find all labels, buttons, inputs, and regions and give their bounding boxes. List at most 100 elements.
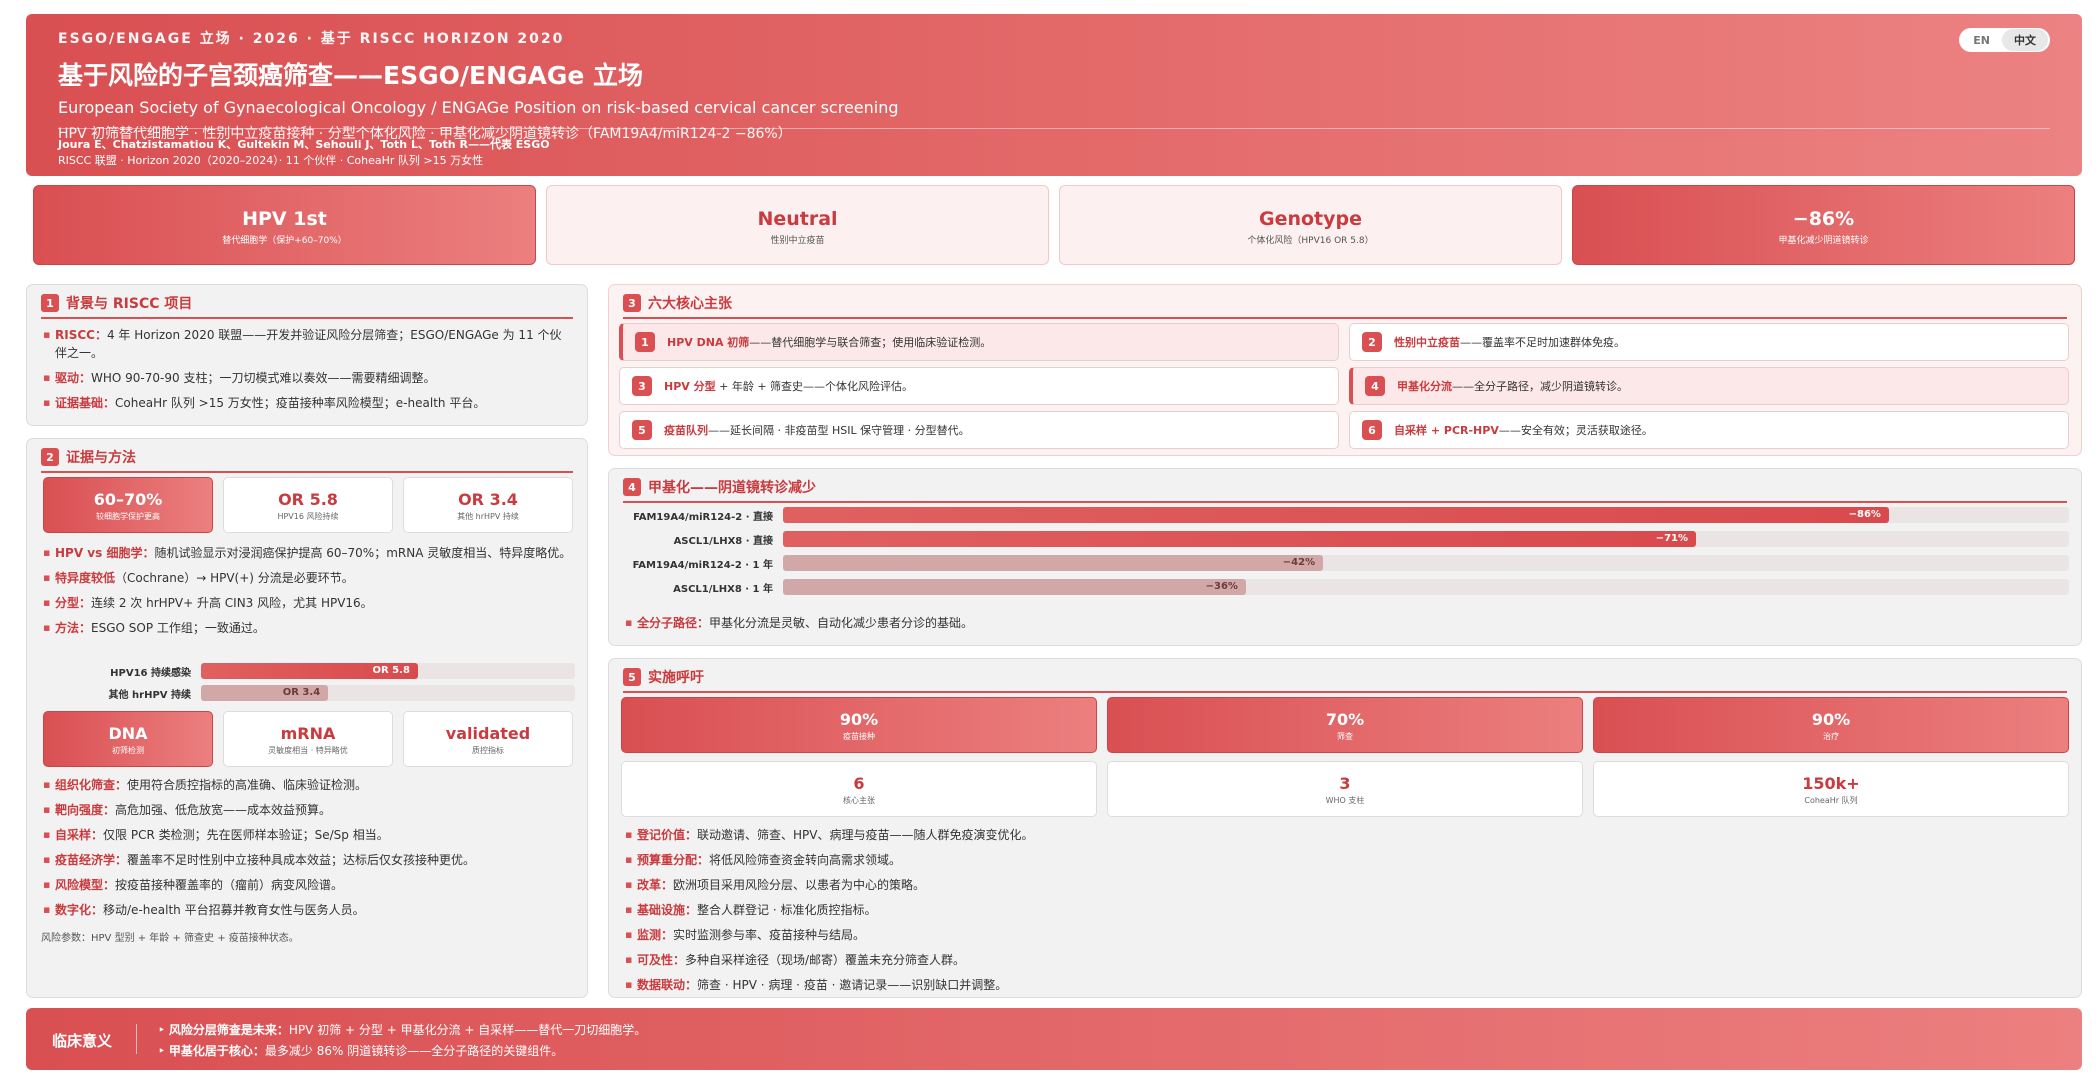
bullet-item: 数据联动：筛查 · HPV · 病理 · 疫苗 · 邀请记录——识别缺口并调整。 <box>623 976 2069 994</box>
bullet-text: 整合人群登记 · 标准化质控指标。 <box>697 903 877 917</box>
section-number: 3 <box>623 294 641 312</box>
section-background: 1 背景与 RISCC 项目 RISCC：4 年 Horizon 2020 联盟… <box>26 284 588 426</box>
section-header: 4 甲基化——阴道镜转诊减少 <box>623 477 2067 503</box>
bullet-item: 预算重分配：将低风险筛查资金转向高需求领域。 <box>623 851 2069 869</box>
stat-label: 甲基化减少阴道镜转诊 <box>1778 236 1869 246</box>
header-divider <box>58 128 2050 129</box>
bar-track: −42% <box>783 555 2069 571</box>
bullet-item: 数字化：移动/e-health 平台招募并教育女性与医务人员。 <box>41 901 575 919</box>
stat-value: Genotype <box>1258 208 1362 230</box>
footer-title: 临床意义 <box>52 1032 113 1050</box>
or-bar-row: HPV16 持续感染 OR 5.8 <box>41 663 575 679</box>
stat-label: 个体化风险（HPV16 OR 5.8） <box>1247 236 1374 246</box>
item-key: HPV DNA 初筛 <box>667 336 750 349</box>
item-key: 甲基化分流 <box>1397 380 1452 393</box>
card-label: CoheaHr 队列 <box>1804 796 1858 805</box>
method-card: mRNA 灵敏度相当 · 特异略优 <box>223 711 393 767</box>
evidence-card: OR 3.4 其他 hrHPV 持续 <box>403 477 573 533</box>
methylation-bar-row: FAM19A4/miR124-2 · 直接 −86% <box>623 507 2069 523</box>
language-toggle[interactable]: EN 中文 <box>1959 28 2050 52</box>
bullet-key: 数据联动： <box>637 978 698 992</box>
card-label: 灵敏度相当 · 特异略优 <box>268 746 348 755</box>
card-label: 其他 hrHPV 持续 <box>457 512 519 521</box>
section-title: 六大核心主张 <box>648 296 732 312</box>
stat-value: −86% <box>1792 208 1855 230</box>
bullet-item: 监测：实时监测参与率、疫苗接种与结局。 <box>623 926 2069 944</box>
stat-card-genotype: Genotype 个体化风险（HPV16 OR 5.8） <box>1059 185 1562 265</box>
page-title: 基于风险的子宫颈癌筛查——ESGO/ENGAGe 立场 <box>58 61 644 90</box>
methylation-bar-fill: −86% <box>783 507 1889 523</box>
section-methylation: 4 甲基化——阴道镜转诊减少 FAM19A4/miR124-2 · 直接 −86… <box>608 468 2082 646</box>
methylation-bar-chart: FAM19A4/miR124-2 · 直接 −86% ASCL1/LHX8 · … <box>623 507 2069 603</box>
bar-label: FAM19A4/miR124-2 · 直接 <box>633 511 773 523</box>
bullet-key: 数字化： <box>55 903 104 917</box>
footer-divider <box>136 1024 137 1054</box>
bullet-key: 靶向强度： <box>55 803 116 817</box>
item-key: 性别中立疫苗 <box>1394 336 1460 349</box>
bullet-key: 驱动： <box>55 371 92 385</box>
card-label: 疫苗接种 <box>843 732 875 741</box>
bullet-text: 连续 2 次 hrHPV+ 升高 CIN3 风险，尤其 HPV16。 <box>91 596 373 610</box>
position-item-4: 4 甲基化分流——全分子路径，减少阴道镜转诊。 <box>1349 367 2069 405</box>
lang-option-zh[interactable]: 中文 <box>2002 29 2048 51</box>
count-card: 6 核心主张 <box>621 761 1097 817</box>
card-label: 核心主张 <box>843 796 875 805</box>
bullet-key: 风险模型： <box>55 878 116 892</box>
stat-card-methylation: −86% 甲基化减少阴道镜转诊 <box>1572 185 2075 265</box>
item-number: 2 <box>1362 332 1382 352</box>
bar-label: FAM19A4/miR124-2 · 1 年 <box>632 559 773 571</box>
bullet-text: 多种自采样途径（现场/邮寄）覆盖未充分筛查人群。 <box>685 953 966 967</box>
bullet-key: 全分子路径： <box>637 616 710 630</box>
card-value: 90% <box>839 710 879 729</box>
stat-value: Neutral <box>757 208 838 230</box>
bullet-key: 改革： <box>637 878 674 892</box>
position-item-5: 5 疫苗队列——延长间隔 · 非疫苗型 HSIL 保守管理 · 分型替代。 <box>619 411 1339 449</box>
bullet-text: ESGO SOP 工作组；一致通过。 <box>91 621 265 635</box>
item-key: 自采样 + PCR-HPV <box>1394 424 1499 437</box>
position-item-6: 6 自采样 + PCR-HPV——安全有效；灵活获取途径。 <box>1349 411 2069 449</box>
position-item-2: 2 性别中立疫苗——覆盖率不足时加速群体免疫。 <box>1349 323 2069 361</box>
bullet-item: 全分子路径：甲基化分流是灵敏、自动化减少患者分诊的基础。 <box>623 614 2069 632</box>
target-card-screening: 70% 筛查 <box>1107 697 1583 753</box>
bullet-text: 使用符合质控指标的高准确、临床验证检测。 <box>127 778 368 792</box>
bullet-key: 分型： <box>55 596 92 610</box>
header-banner: ESGO/ENGAGE 立场 · 2026 · 基于 RISCC HORIZON… <box>26 14 2082 176</box>
methylation-bar-row: ASCL1/LHX8 · 直接 −71% <box>623 531 2069 547</box>
action-bullets: 登记价值：联动邀请、筛查、HPV、病理与疫苗——随人群免疫演变优化。 预算重分配… <box>623 819 2069 994</box>
page-subtitle: European Society of Gynaecological Oncol… <box>58 98 899 117</box>
target-card-vaccination: 90% 疫苗接种 <box>621 697 1097 753</box>
clinical-significance-footer: 临床意义 ‣ 风险分层筛查是未来：HPV 初筛 + 分型 + 甲基化分流 + 自… <box>26 1008 2082 1070</box>
bullet-item: 驱动：WHO 90-70-90 支柱；一刀切模式难以奏效——需要精细调整。 <box>41 369 573 387</box>
bullet-item: 特异度较低（Cochrane）→ HPV(+) 分流是必要环节。 <box>41 569 575 587</box>
section-header: 1 背景与 RISCC 项目 <box>41 293 573 319</box>
methylation-bar-row: ASCL1/LHX8 · 1 年 −36% <box>623 579 2069 595</box>
bar-track: −36% <box>783 579 2069 595</box>
section-call-to-action: 5 实施呼吁 90% 疫苗接种 70% 筛查 90% 治疗 6 核心主张 3 W… <box>608 658 2082 998</box>
section-number: 1 <box>41 294 59 312</box>
consortium-info: RISCC 联盟 · Horizon 2020（2020–2024）· 11 个… <box>58 154 484 167</box>
evidence-bullets: HPV vs 细胞学：随机试验显示对浸润癌保护提高 60–70%；mRNA 灵敏… <box>41 537 575 637</box>
item-text: ——延长间隔 · 非疫苗型 HSIL 保守管理 · 分型替代。 <box>708 424 970 437</box>
bullet-text: 欧洲项目采用风险分层、以患者为中心的策略。 <box>673 878 926 892</box>
footer-text: HPV 初筛 + 分型 + 甲基化分流 + 自采样——替代一刀切细胞学。 <box>288 1023 647 1037</box>
stat-label: 性别中立疫苗 <box>770 236 825 246</box>
footer-line: ‣ 甲基化居于核心：最多减少 86% 阴道镜转诊——全分子路径的关键组件。 <box>158 1044 564 1058</box>
bullet-text: 将低风险筛查资金转向高需求领域。 <box>709 853 902 867</box>
bullet-item: 改革：欧洲项目采用风险分层、以患者为中心的策略。 <box>623 876 2069 894</box>
section-header: 3 六大核心主张 <box>623 293 2067 319</box>
section-number: 2 <box>41 448 59 466</box>
bullet-key: 特异度较低 <box>55 571 116 585</box>
bullet-key: 登记价值： <box>637 828 698 842</box>
footer-key: 甲基化居于核心： <box>168 1044 265 1058</box>
methylation-bullets: 全分子路径：甲基化分流是灵敏、自动化减少患者分诊的基础。 <box>623 607 2069 632</box>
bullet-item: 基础设施：整合人群登记 · 标准化质控指标。 <box>623 901 2069 919</box>
bar-track: −86% <box>783 507 2069 523</box>
lang-option-en[interactable]: EN <box>1961 31 2002 50</box>
section-number: 4 <box>623 478 641 496</box>
section-title: 证据与方法 <box>66 450 136 466</box>
item-text: ——覆盖率不足时加速群体免疫。 <box>1460 336 1625 349</box>
bullet-text: CoheaHr 队列 >15 万女性；疫苗接种率风险模型；e-health 平台… <box>115 396 486 410</box>
count-card: 150k+ CoheaHr 队列 <box>1593 761 2069 817</box>
bullet-text: 随机试验显示对浸润癌保护提高 60–70%；mRNA 灵敏度相当、特异度略优。 <box>154 546 572 560</box>
count-card: 3 WHO 支柱 <box>1107 761 1583 817</box>
